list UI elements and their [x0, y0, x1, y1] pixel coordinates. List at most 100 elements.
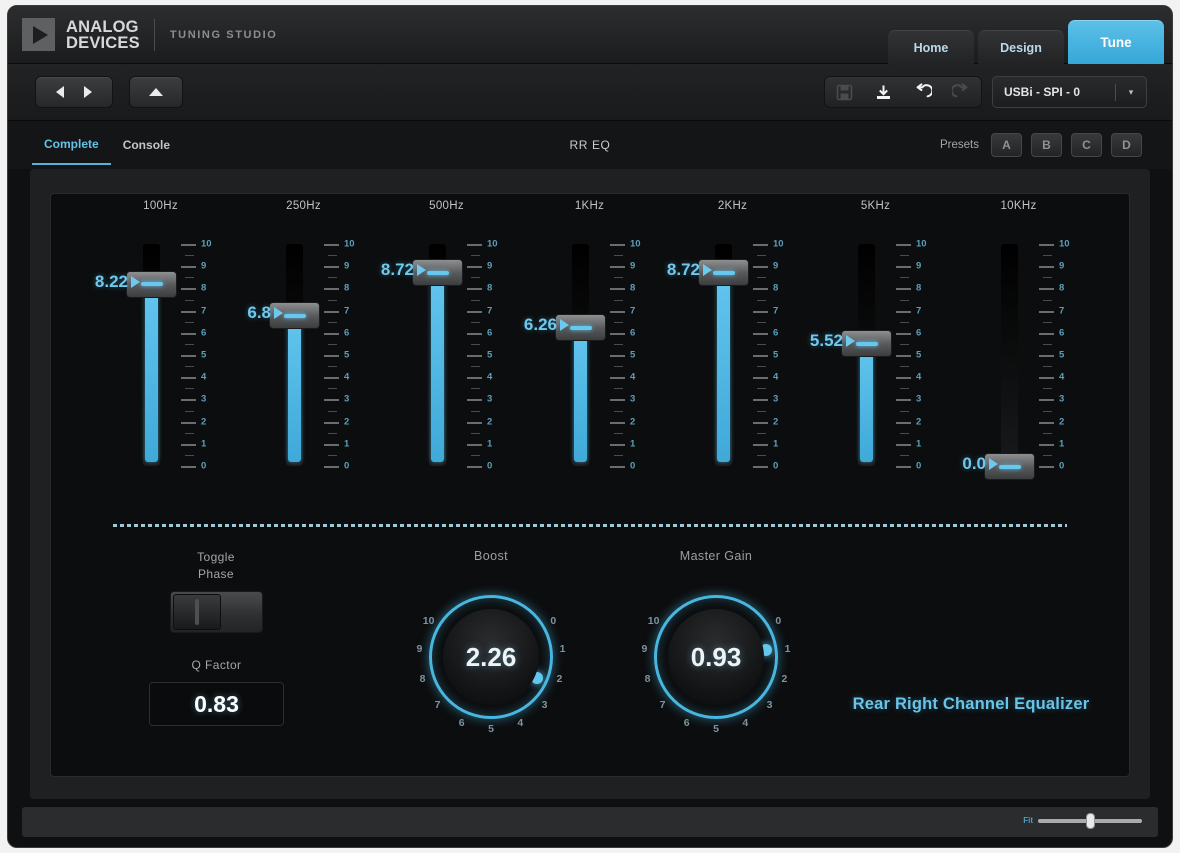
- scale-tick-label: 0: [344, 461, 349, 472]
- arrow-left-icon[interactable]: [56, 86, 64, 98]
- eq-band-10khz: 10KHz0.0109876543210: [947, 200, 1090, 500]
- eq-band-500hz: 500Hz8.72109876543210: [375, 200, 518, 500]
- scale-tick-minor: [328, 344, 337, 345]
- toggle-phase-switch[interactable]: [170, 591, 263, 633]
- eq-band-slider[interactable]: 5.52109876543210: [804, 232, 947, 482]
- scale-tick-minor: [328, 388, 337, 389]
- scale-tick-label: 1: [344, 438, 349, 449]
- knob-scale-label: 9: [641, 643, 647, 655]
- brand-logo: ANALOG DEVICES TUNING STUDIO: [22, 18, 277, 51]
- device-selector[interactable]: USBi - SPI - 0 ▾: [992, 76, 1147, 108]
- scale-tick-major: [1039, 333, 1054, 335]
- preset-button-d[interactable]: D: [1111, 133, 1142, 157]
- boost-knob[interactable]: 2.26 012345678910: [411, 577, 571, 737]
- save-icon[interactable]: [834, 81, 856, 103]
- scale-tick-label: 9: [630, 261, 635, 272]
- scale-tick-minor: [757, 366, 766, 367]
- knob-scale-label: 7: [660, 699, 666, 711]
- scale-tick-label: 5: [201, 350, 206, 361]
- q-factor-value[interactable]: 0.83: [149, 682, 284, 726]
- slider-handle-indicator: [427, 271, 449, 275]
- eq-band-value: 0.0: [962, 454, 998, 474]
- scale-tick-label: 10: [487, 239, 498, 250]
- eq-band-value: 6.26: [524, 315, 569, 335]
- q-factor-control: Q Factor 0.83: [149, 657, 284, 726]
- value-pointer-icon: [989, 458, 998, 470]
- redo-icon[interactable]: [951, 81, 973, 103]
- scale-tick-minor: [614, 255, 623, 256]
- scale-tick-minor: [900, 255, 909, 256]
- slider-fill: [145, 284, 158, 462]
- zoom-slider[interactable]: Fit: [1023, 816, 1142, 825]
- master-gain-knob[interactable]: 0.93 012345678910: [636, 577, 796, 737]
- toggle-phase-control: Toggle Phase: [156, 549, 276, 633]
- scale-tick-label: 6: [344, 327, 349, 338]
- slider-scale: 109876543210: [753, 244, 801, 466]
- scale-tick-major: [324, 333, 339, 335]
- zoom-slider-label: Fit: [1023, 816, 1033, 825]
- knob-scale-label: 1: [560, 643, 566, 655]
- nav-tab-design[interactable]: Design: [978, 30, 1064, 64]
- toggle-phase-label-line1: Toggle: [156, 549, 276, 566]
- scale-tick-minor: [614, 455, 623, 456]
- scale-tick-label: 3: [773, 394, 778, 405]
- eq-band-value-text: 8.72: [381, 260, 414, 280]
- eq-band-slider[interactable]: 8.72109876543210: [375, 232, 518, 482]
- slider-track[interactable]: [1001, 244, 1018, 466]
- eq-band-value: 5.52: [810, 331, 855, 351]
- knob-scale-label: 1: [785, 643, 791, 655]
- scale-tick-major: [1039, 355, 1054, 357]
- scale-tick-major: [753, 288, 768, 290]
- preset-button-c[interactable]: C: [1071, 133, 1102, 157]
- scale-tick-major: [1039, 444, 1054, 446]
- scale-tick-minor: [757, 411, 766, 412]
- eq-band-slider[interactable]: 8.72109876543210: [661, 232, 804, 482]
- application-window: ANALOG DEVICES TUNING STUDIO Home Design…: [7, 5, 1173, 848]
- scale-tick-major: [181, 399, 196, 401]
- arrow-right-icon[interactable]: [84, 86, 92, 98]
- scale-tick-minor: [1043, 300, 1052, 301]
- scale-tick-major: [753, 377, 768, 379]
- zoom-slider-track[interactable]: [1038, 819, 1142, 823]
- scale-tick-label: 4: [773, 372, 778, 383]
- scale-tick-label: 5: [1059, 350, 1064, 361]
- scale-tick-major: [610, 377, 625, 379]
- knob-scale-label: 3: [542, 699, 548, 711]
- scale-tick-label: 8: [201, 283, 206, 294]
- action-icon-bar: [824, 76, 982, 108]
- eq-band-slider[interactable]: 6.8109876543210: [232, 232, 375, 482]
- scale-tick-minor: [328, 411, 337, 412]
- scale-tick-major: [610, 355, 625, 357]
- chevron-down-icon[interactable]: ▾: [1116, 87, 1146, 98]
- eq-band-value-text: 0.0: [962, 454, 986, 474]
- preset-button-a[interactable]: A: [991, 133, 1022, 157]
- scale-tick-label: 6: [773, 327, 778, 338]
- scale-tick-label: 5: [916, 350, 921, 361]
- scale-tick-label: 7: [773, 305, 778, 316]
- scale-tick-minor: [471, 277, 480, 278]
- scale-tick-label: 7: [201, 305, 206, 316]
- scale-tick-major: [467, 355, 482, 357]
- slider-fill: [288, 315, 301, 462]
- scale-tick-label: 3: [916, 394, 921, 405]
- toolbar: USBi - SPI - 0 ▾: [8, 64, 1172, 121]
- scale-tick-major: [753, 266, 768, 268]
- boost-knob-value: 2.26: [443, 609, 539, 705]
- scale-tick-label: 7: [916, 305, 921, 316]
- nav-tab-tune[interactable]: Tune: [1068, 20, 1164, 64]
- eq-band-slider[interactable]: 8.22109876543210: [89, 232, 232, 482]
- q-factor-label: Q Factor: [149, 657, 284, 674]
- boost-label: Boost: [396, 549, 586, 563]
- scale-tick-minor: [185, 322, 194, 323]
- download-link-compile-icon[interactable]: [873, 81, 895, 103]
- nav-tab-home[interactable]: Home: [888, 30, 974, 64]
- scale-tick-label: 2: [344, 416, 349, 427]
- eq-band-slider[interactable]: 0.0109876543210: [947, 232, 1090, 482]
- zoom-slider-handle[interactable]: [1086, 813, 1095, 829]
- preset-button-b[interactable]: B: [1031, 133, 1062, 157]
- scale-tick-label: 4: [630, 372, 635, 383]
- eq-band-slider[interactable]: 6.26109876543210: [518, 232, 661, 482]
- undo-icon[interactable]: [912, 81, 934, 103]
- footer-strip: [22, 807, 1158, 837]
- navigate-up-button[interactable]: [129, 76, 183, 108]
